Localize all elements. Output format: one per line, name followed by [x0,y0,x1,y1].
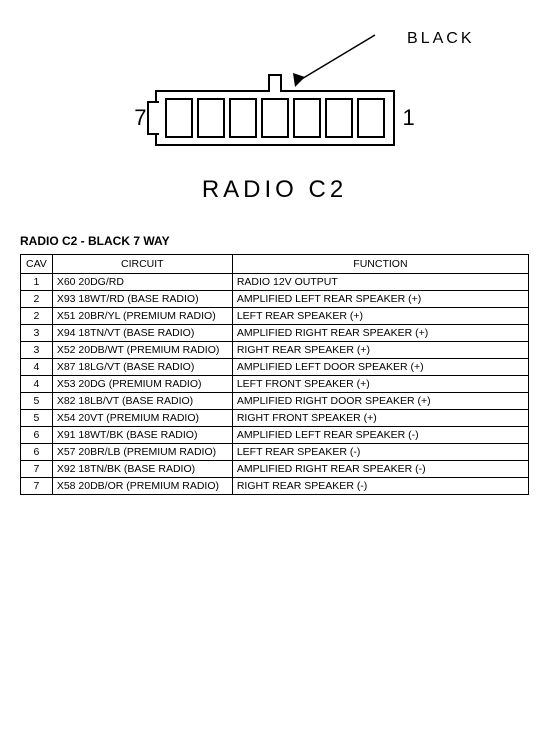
cell-circuit: X82 18LB/VT (BASE RADIO) [52,393,232,410]
cell-circuit: X87 18LG/VT (BASE RADIO) [52,359,232,376]
cell-circuit: X57 20BR/LB (PREMIUM RADIO) [52,444,232,461]
connector-body [155,90,395,146]
cell-circuit: X53 20DG (PREMIUM RADIO) [52,376,232,393]
table-row: 7X92 18TN/BK (BASE RADIO)AMPLIFIED RIGHT… [21,461,529,478]
pin-6 [325,98,353,138]
cell-cav: 4 [21,376,53,393]
cell-function: AMPLIFIED RIGHT REAR SPEAKER (+) [232,325,528,342]
cell-function: RADIO 12V OUTPUT [232,274,528,291]
cell-circuit: X60 20DG/RD [52,274,232,291]
black-label: BLACK [407,30,474,48]
cell-circuit: X58 20DB/OR (PREMIUM RADIO) [52,478,232,495]
cell-function: LEFT REAR SPEAKER (+) [232,308,528,325]
cell-function: AMPLIFIED LEFT REAR SPEAKER (+) [232,291,528,308]
cell-function: LEFT REAR SPEAKER (-) [232,444,528,461]
table-row: 5X82 18LB/VT (BASE RADIO)AMPLIFIED RIGHT… [21,393,529,410]
cell-circuit: X92 18TN/BK (BASE RADIO) [52,461,232,478]
pin-2 [197,98,225,138]
cell-cav: 4 [21,359,53,376]
table-row: 5X54 20VT (PREMIUM RADIO)RIGHT FRONT SPE… [21,410,529,427]
section-title: RADIO C2 - BLACK 7 WAY [20,234,529,248]
table-row: 6X91 18WT/BK (BASE RADIO)AMPLIFIED LEFT … [21,427,529,444]
cell-circuit: X51 20BR/YL (PREMIUM RADIO) [52,308,232,325]
header-circuit: CIRCUIT [52,255,232,274]
table-row: 4X53 20DG (PREMIUM RADIO)LEFT FRONT SPEA… [21,376,529,393]
cell-circuit: X93 18WT/RD (BASE RADIO) [52,291,232,308]
pin-1 [165,98,193,138]
table-row: 1X60 20DG/RDRADIO 12V OUTPUT [21,274,529,291]
cell-cav: 2 [21,291,53,308]
pin-7 [357,98,385,138]
cell-function: LEFT FRONT SPEAKER (+) [232,376,528,393]
header-function: FUNCTION [232,255,528,274]
table-row: 2X51 20BR/YL (PREMIUM RADIO)LEFT REAR SP… [21,308,529,325]
cell-cav: 7 [21,478,53,495]
cell-cav: 3 [21,325,53,342]
cell-cav: 7 [21,461,53,478]
radio-c2-label: RADIO C2 [202,176,347,204]
cell-circuit: X52 20DB/WT (PREMIUM RADIO) [52,342,232,359]
cell-function: AMPLIFIED LEFT REAR SPEAKER (-) [232,427,528,444]
cell-cav: 5 [21,410,53,427]
cell-cav: 6 [21,427,53,444]
connector-pins [165,98,385,138]
cell-cav: 1 [21,274,53,291]
pin-3 [229,98,257,138]
cell-circuit: X94 18TN/VT (BASE RADIO) [52,325,232,342]
connector-left-number: 7 [134,105,146,131]
cell-function: RIGHT REAR SPEAKER (+) [232,342,528,359]
pin-socket [268,74,282,92]
table-row: 2X93 18WT/RD (BASE RADIO)AMPLIFIED LEFT … [21,291,529,308]
header-cav: CAV [21,255,53,274]
data-table: CAV CIRCUIT FUNCTION 1X60 20DG/RDRADIO 1… [20,254,529,495]
connector-wrapper: 7 1 [134,90,415,146]
page: BLACK 7 [0,0,549,750]
cell-circuit: X91 18WT/BK (BASE RADIO) [52,427,232,444]
table-row: 7X58 20DB/OR (PREMIUM RADIO)RIGHT REAR S… [21,478,529,495]
cell-cav: 3 [21,342,53,359]
cell-cav: 6 [21,444,53,461]
table-row: 4X87 18LG/VT (BASE RADIO)AMPLIFIED LEFT … [21,359,529,376]
cell-function: AMPLIFIED LEFT DOOR SPEAKER (+) [232,359,528,376]
cell-function: RIGHT FRONT SPEAKER (+) [232,410,528,427]
table-row: 3X94 18TN/VT (BASE RADIO)AMPLIFIED RIGHT… [21,325,529,342]
table-row: 3X52 20DB/WT (PREMIUM RADIO)RIGHT REAR S… [21,342,529,359]
pin-4 [261,98,289,138]
cell-function: RIGHT REAR SPEAKER (-) [232,478,528,495]
connector-right-number: 1 [403,105,415,131]
cell-function: AMPLIFIED RIGHT REAR SPEAKER (-) [232,461,528,478]
cell-circuit: X54 20VT (PREMIUM RADIO) [52,410,232,427]
cell-cav: 5 [21,393,53,410]
pin-5 [293,98,321,138]
table-row: 6X57 20BR/LB (PREMIUM RADIO)LEFT REAR SP… [21,444,529,461]
cell-cav: 2 [21,308,53,325]
cell-function: AMPLIFIED RIGHT DOOR SPEAKER (+) [232,393,528,410]
diagram-area: BLACK 7 [20,10,529,204]
